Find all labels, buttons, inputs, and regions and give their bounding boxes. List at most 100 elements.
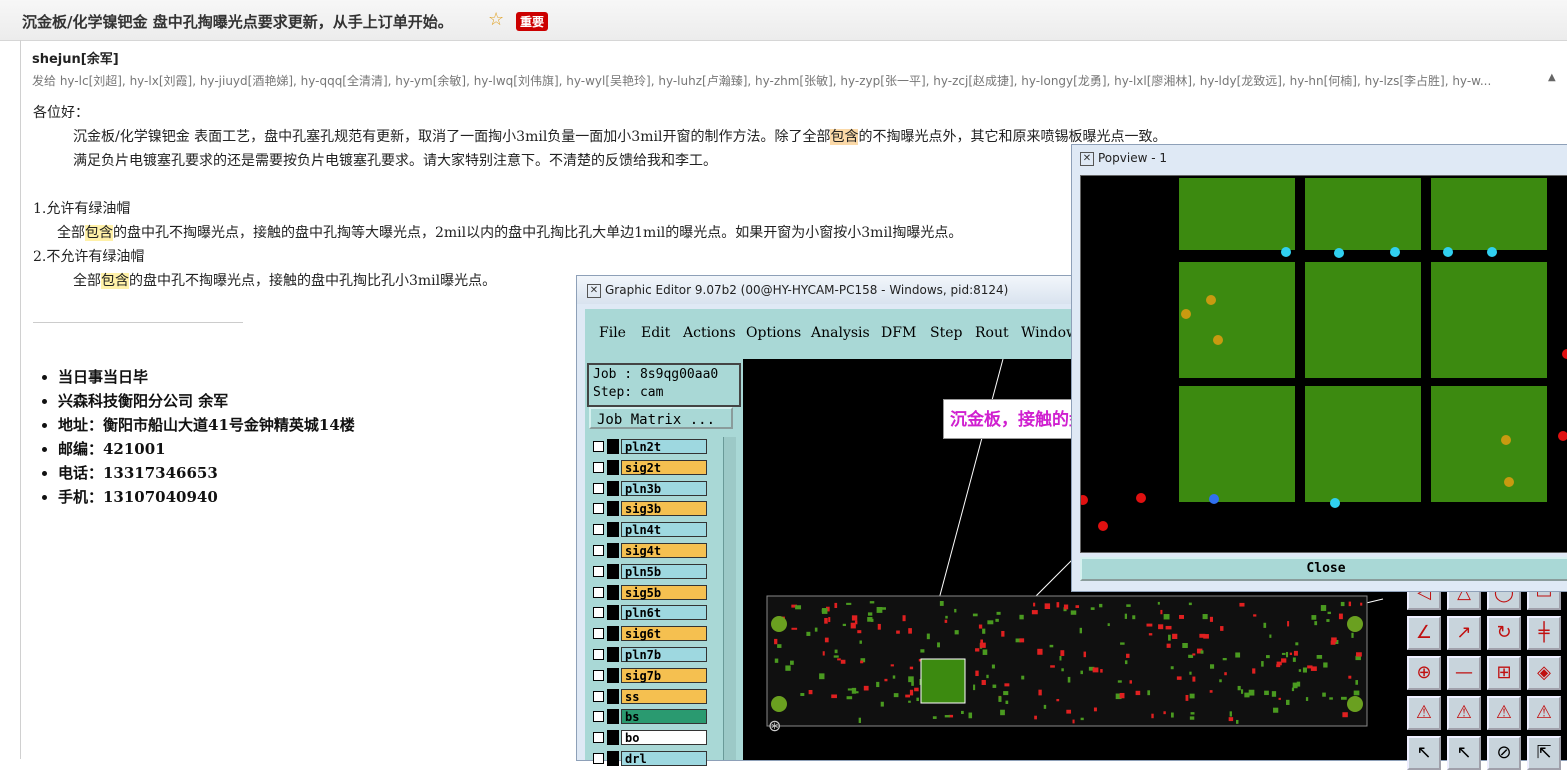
tool-button-icon[interactable]: ↻ [1487,616,1521,650]
pcb-pad [1163,711,1166,715]
layer-row[interactable]: ss [591,688,715,704]
layer-name[interactable]: sig6t [621,626,707,642]
menu-options[interactable]: Options [746,325,801,341]
menu-rout[interactable]: Rout [975,325,1009,341]
pcb-pad [1019,638,1025,643]
layer-checkbox[interactable] [593,711,604,723]
layer-swatch [607,730,619,746]
layer-row[interactable]: pln7b [591,647,715,662]
pcb-pad [1192,676,1196,682]
layer-checkbox[interactable] [593,503,604,515]
layer-name[interactable]: sig4t [621,543,707,558]
tool-button-icon[interactable]: ╪ [1527,616,1561,650]
mounting-hole [771,696,787,712]
tool-button-icon[interactable]: ↖ [1407,736,1441,770]
pcb-pad [1034,715,1037,720]
layer-row[interactable]: pln6t [591,605,715,621]
layer-checkbox[interactable] [593,669,604,681]
tool-button-icon[interactable]: ◈ [1527,656,1561,690]
layer-checkbox[interactable] [593,607,604,619]
tool-button-icon[interactable]: ∠ [1407,616,1441,650]
tool-button-icon[interactable]: — [1447,656,1481,690]
layer-scrollbar[interactable] [723,437,736,760]
layer-checkbox[interactable] [593,565,604,577]
pcb-pad [1285,651,1289,658]
tool-button-icon[interactable]: ⊘ [1487,736,1521,770]
pcb-pad [867,612,873,616]
layer-row[interactable]: pln2t [591,439,715,454]
via-point [1136,493,1146,503]
menu-dfm[interactable]: DFM [881,325,916,341]
menu-actions[interactable]: Actions [683,325,736,341]
layer-name[interactable]: bs [621,709,707,725]
pcb-pad [1298,669,1302,672]
tool-button-icon[interactable]: ⇱ [1527,736,1561,770]
layer-row[interactable]: bo [591,730,715,746]
layer-row[interactable]: sig5b [591,584,715,600]
tool-button-icon[interactable]: ⊕ [1407,656,1441,690]
layer-name[interactable]: pln5b [621,563,707,579]
close-button[interactable]: Close [1080,557,1567,581]
layer-checkbox[interactable] [593,628,604,640]
menu-file[interactable]: File [599,325,626,341]
layer-row[interactable]: pln5b [591,563,715,579]
sender-name[interactable]: shejun[余军] [32,48,119,67]
pcb-pad [975,648,980,652]
scroll-up-icon[interactable]: ▲ [1548,72,1558,86]
layer-name[interactable]: sig2t [621,459,707,475]
layer-checkbox[interactable] [593,461,604,473]
pcb-pad [992,684,997,688]
menu-edit[interactable]: Edit [641,325,670,341]
important-badge: 重要 [516,12,549,31]
tool-button-icon[interactable]: ⚠ [1527,696,1561,730]
tool-button-icon[interactable]: ↖ [1447,736,1481,770]
layer-name[interactable]: ss [621,688,707,704]
layer-row[interactable]: bs [591,709,715,725]
tool-button-icon[interactable]: ⚠ [1487,696,1521,730]
layer-name[interactable]: sig7b [621,667,707,683]
layer-swatch [607,709,619,725]
layer-name[interactable]: pln3b [621,480,707,496]
layer-name[interactable]: pln7b [621,647,707,662]
layer-checkbox[interactable] [593,732,604,744]
via-point [1487,247,1497,257]
pcb-pad [911,681,914,686]
layer-checkbox[interactable] [593,545,604,556]
layer-name[interactable]: pln2t [621,439,707,454]
layer-name[interactable]: pln6t [621,605,707,621]
layer-row[interactable]: sig4t [591,543,715,558]
star-icon[interactable]: ☆ [488,9,504,30]
layer-checkbox[interactable] [593,649,604,660]
layer-checkbox[interactable] [593,586,604,598]
menu-analysis[interactable]: Analysis [811,325,870,341]
layer-row[interactable]: sig3b [591,501,715,517]
layer-name[interactable]: sig5b [621,584,707,600]
menu-window[interactable]: Window [1021,325,1078,341]
tool-button-icon[interactable]: ⚠ [1447,696,1481,730]
layer-checkbox[interactable] [593,524,604,536]
layer-swatch [607,459,619,475]
layer-row[interactable]: sig2t [591,459,715,475]
pcb-pad [1126,604,1131,607]
menu-step[interactable]: Step [930,325,962,341]
layer-row[interactable]: pln3b [591,480,715,496]
pcb-pad [1188,602,1192,606]
layer-name[interactable]: bo [621,730,707,746]
layer-name[interactable]: pln4t [621,522,707,538]
layer-row[interactable]: pln4t [591,522,715,538]
recipient-list[interactable]: 发给 hy-lc[刘超], hy-lx[刘霞], hy-jiuyd[酒艳娣], … [32,72,1547,89]
tool-button-icon[interactable]: ⚠ [1407,696,1441,730]
job-matrix-button[interactable]: Job Matrix ... [589,407,733,429]
layer-swatch [607,501,619,517]
tool-button-icon[interactable]: ↗ [1447,616,1481,650]
layer-row[interactable]: sig6t [591,626,715,642]
pcb-pad [842,623,846,627]
layer-row[interactable]: sig7b [591,667,715,683]
layer-name[interactable]: sig3b [621,501,707,517]
layer-checkbox[interactable] [593,690,604,702]
tool-button-icon[interactable]: ⊞ [1487,656,1521,690]
pcb-pad [1263,622,1267,628]
layer-checkbox[interactable] [593,482,604,494]
signature-address: 地址：衡阳市船山大道41号金钟精英城14楼 [58,413,355,437]
layer-checkbox[interactable] [593,441,604,452]
